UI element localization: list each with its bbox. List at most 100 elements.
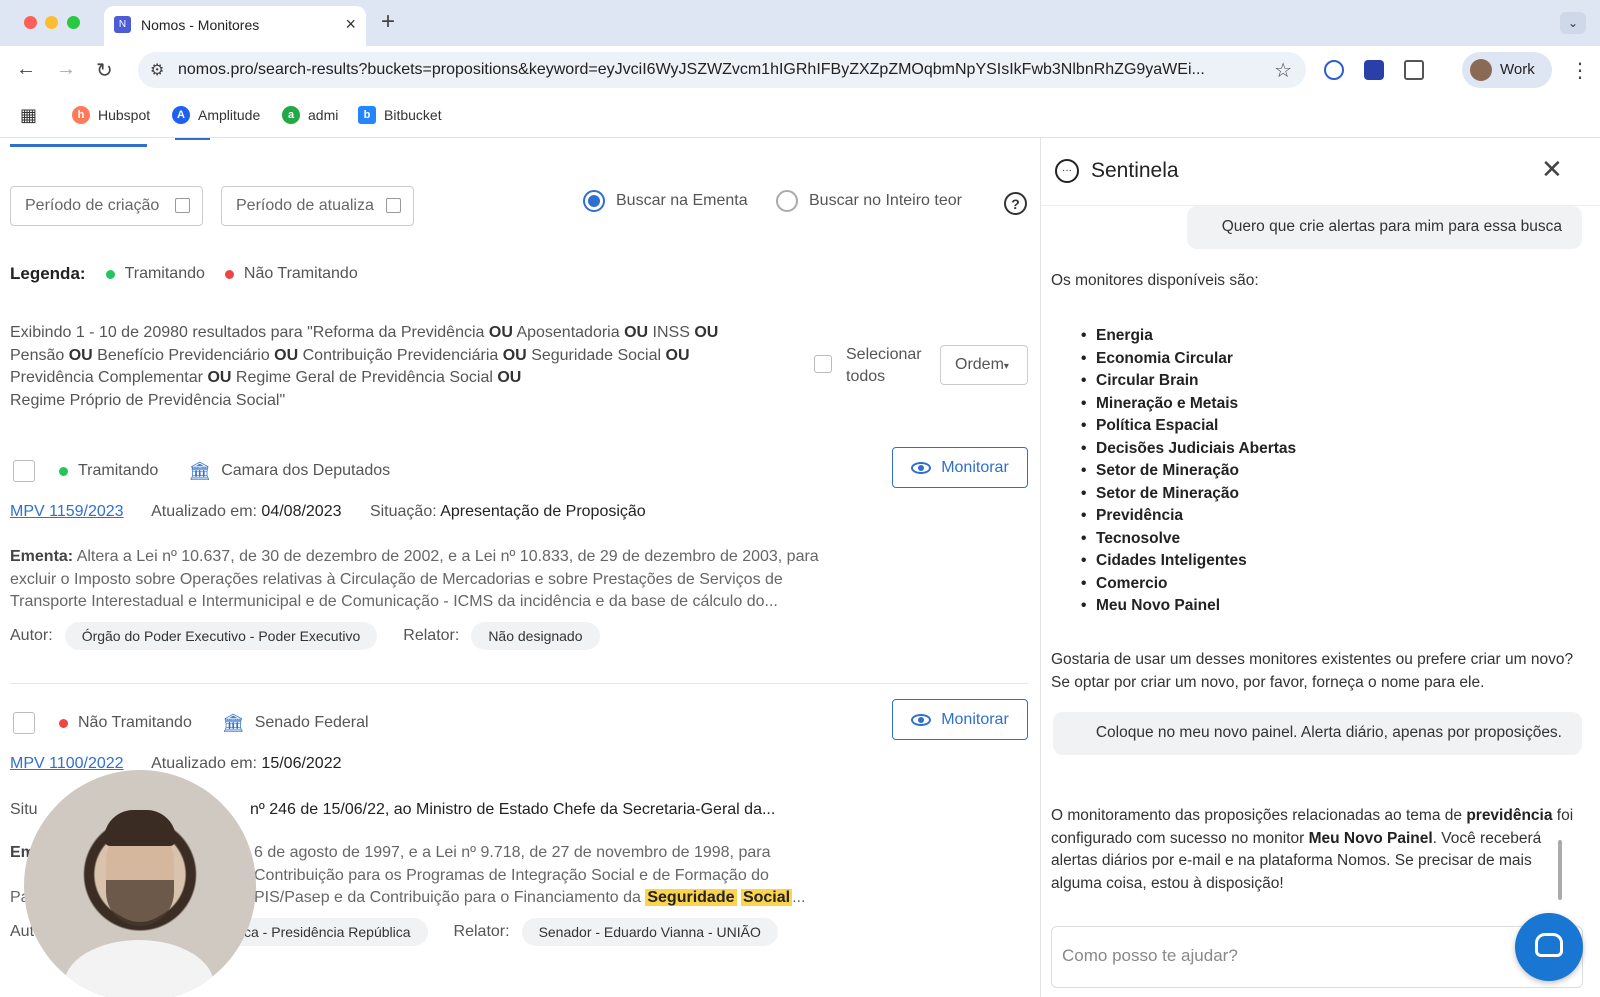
status-dot-green [59, 466, 68, 476]
updated-label: Atualizado em: [151, 755, 257, 772]
chat-input[interactable]: Como posso te ajudar? [1051, 926, 1583, 988]
tab-indicator [175, 138, 210, 140]
search-term: Contribuição Previdenciária [302, 346, 499, 364]
ementa-label: Ementa: [10, 548, 74, 565]
created-period-field[interactable]: Período de criação [10, 186, 203, 226]
ementa-text: Contribuição para os Programas de Integr… [254, 866, 769, 884]
order-label: Ordem [955, 356, 1004, 373]
or-operator: OU [502, 346, 527, 364]
profile-label: Work [1500, 61, 1535, 78]
tab-title: Nomos - Monitores [141, 17, 260, 33]
bot-text: O monitoramento das proposições relacion… [1051, 807, 1462, 824]
or-operator: OU [624, 324, 649, 341]
user-message: Quero que crie alertas para mim para ess… [1187, 206, 1582, 249]
help-icon[interactable]: ? [1004, 192, 1027, 215]
search-term: Benefício Previdenciário [97, 346, 270, 364]
relator-label: Relator: [453, 923, 510, 940]
house-label: Senado Federal [254, 714, 369, 731]
active-tab-indicator [10, 144, 147, 147]
updated-period-field[interactable]: Período de atualiza [221, 186, 414, 226]
radio-selected-icon[interactable] [583, 190, 605, 212]
amplitude-icon: A [172, 106, 190, 124]
monitor-button[interactable]: Monitorar [892, 699, 1028, 740]
monitor-list: Energia Economia Circular Circular Brain… [1081, 325, 1296, 618]
proposition-link[interactable]: MPV 1159/2023 [10, 503, 124, 520]
extension-icon[interactable] [1364, 60, 1384, 80]
ementa-text: PIS/Pasep e da Contribuição para o Finan… [254, 889, 641, 906]
order-select[interactable]: Ordem▾ [940, 345, 1028, 385]
result-checkbox[interactable] [13, 460, 35, 482]
result-meta: MPV 1100/2022 Atualizado em: 15/06/2022 [10, 755, 366, 773]
close-window-button[interactable] [24, 16, 37, 29]
site-info-icon[interactable]: ⚙ [150, 60, 164, 80]
bookmark-label: Bitbucket [384, 107, 442, 123]
list-item: Comercio [1081, 573, 1296, 596]
apps-grid-icon[interactable]: ▦ [20, 105, 37, 126]
close-icon[interactable]: ✕ [1541, 154, 1563, 185]
house-label: Camara dos Deputados [221, 462, 391, 479]
list-item: Circular Brain [1081, 370, 1296, 393]
ementa-ellipsis: ... [792, 889, 806, 906]
list-item: Setor de Mineração [1081, 483, 1296, 506]
list-item: Tecnosolve [1081, 528, 1296, 551]
forward-icon[interactable]: → [56, 58, 76, 81]
puzzle-extensions-icon[interactable] [1404, 60, 1424, 80]
bookmark-hubspot[interactable]: h Hubspot [72, 106, 150, 124]
monitor-label: Monitorar [941, 710, 1009, 728]
radio-search-ementa[interactable]: Buscar na Ementa [583, 190, 748, 212]
tab-close-icon[interactable]: × [345, 14, 356, 35]
chat-input-placeholder: Como posso te ajudar? [1062, 946, 1238, 965]
address-url[interactable]: nomos.pro/search-results?buckets=proposi… [178, 61, 1258, 79]
select-all-checkbox[interactable] [814, 355, 832, 373]
status-label: Não Tramitando [78, 714, 192, 731]
minimize-window-button[interactable] [45, 16, 58, 29]
search-term: Regime Próprio de Previdência Social" [10, 391, 286, 409]
ementa-text: 6 de agosto de 1997, e a Lei nº 9.718, d… [254, 844, 771, 861]
scrollbar[interactable] [1558, 840, 1562, 900]
result-people: Autor: Órgão do Poder Executivo - Poder … [10, 622, 626, 650]
chat-launcher-button[interactable] [1515, 913, 1583, 981]
list-item: Setor de Mineração [1081, 460, 1296, 483]
list-item: Cidades Inteligentes [1081, 550, 1296, 573]
list-item: Decisões Judiciais Abertas [1081, 438, 1296, 461]
back-icon[interactable]: ← [16, 58, 36, 81]
more-menu-icon[interactable]: ⋮ [1570, 58, 1590, 83]
calendar-icon[interactable] [175, 198, 190, 213]
password-extension-icon[interactable] [1324, 60, 1344, 80]
bookmark-bitbucket[interactable]: b Bitbucket [358, 106, 442, 124]
bookmark-label: Amplitude [198, 107, 261, 123]
admi-icon: a [282, 106, 300, 124]
bookmark-star-icon[interactable]: ☆ [1274, 58, 1292, 83]
bot-message: Gostaria de usar um desses monitores exi… [1051, 651, 1574, 691]
radio-unselected-icon[interactable] [776, 190, 798, 212]
bookmarks-bar: ▦ h Hubspot A Amplitude a admi b Bitbucket [0, 94, 1600, 138]
search-term: Seguridade Social [531, 346, 662, 364]
list-item: Energia [1081, 325, 1296, 348]
radio-search-full-text[interactable]: Buscar no Inteiro teor [776, 190, 962, 212]
summary-prefix: Exibindo 1 - 10 de 20980 resultados para… [10, 324, 485, 341]
result-checkbox[interactable] [13, 712, 35, 734]
browser-toolbar: ← → ↻ ⚙ nomos.pro/search-results?buckets… [0, 46, 1600, 94]
address-bar[interactable]: ⚙ nomos.pro/search-results?buckets=propo… [138, 52, 1306, 88]
new-tab-button[interactable]: + [381, 8, 395, 36]
bot-message: Os monitores disponíveis são: [1051, 272, 1259, 289]
radio-label: Buscar na Ementa [616, 192, 748, 209]
maximize-window-button[interactable] [67, 16, 80, 29]
browser-tab[interactable]: N Nomos - Monitores × [104, 6, 366, 46]
webcam-hair [104, 810, 176, 846]
profile-button[interactable]: Work [1462, 52, 1552, 88]
bookmark-admi[interactable]: a admi [282, 106, 338, 124]
tab-search-button[interactable]: ⌄ [1560, 12, 1586, 34]
divider [10, 683, 1028, 684]
or-operator: OU [694, 324, 719, 341]
select-all[interactable]: Selecionar todos [814, 344, 926, 388]
proposition-link[interactable]: MPV 1100/2022 [10, 755, 124, 772]
reload-icon[interactable]: ↻ [96, 58, 113, 83]
or-operator: OU [665, 346, 690, 364]
situation-value: Apresentação de Proposição [440, 503, 646, 520]
bitbucket-icon: b [358, 106, 376, 124]
result-header: Não Tramitando 🏛 Senado Federal [13, 712, 369, 734]
monitor-button[interactable]: Monitorar [892, 447, 1028, 488]
bookmark-amplitude[interactable]: A Amplitude [172, 106, 260, 124]
calendar-icon[interactable] [386, 198, 401, 213]
